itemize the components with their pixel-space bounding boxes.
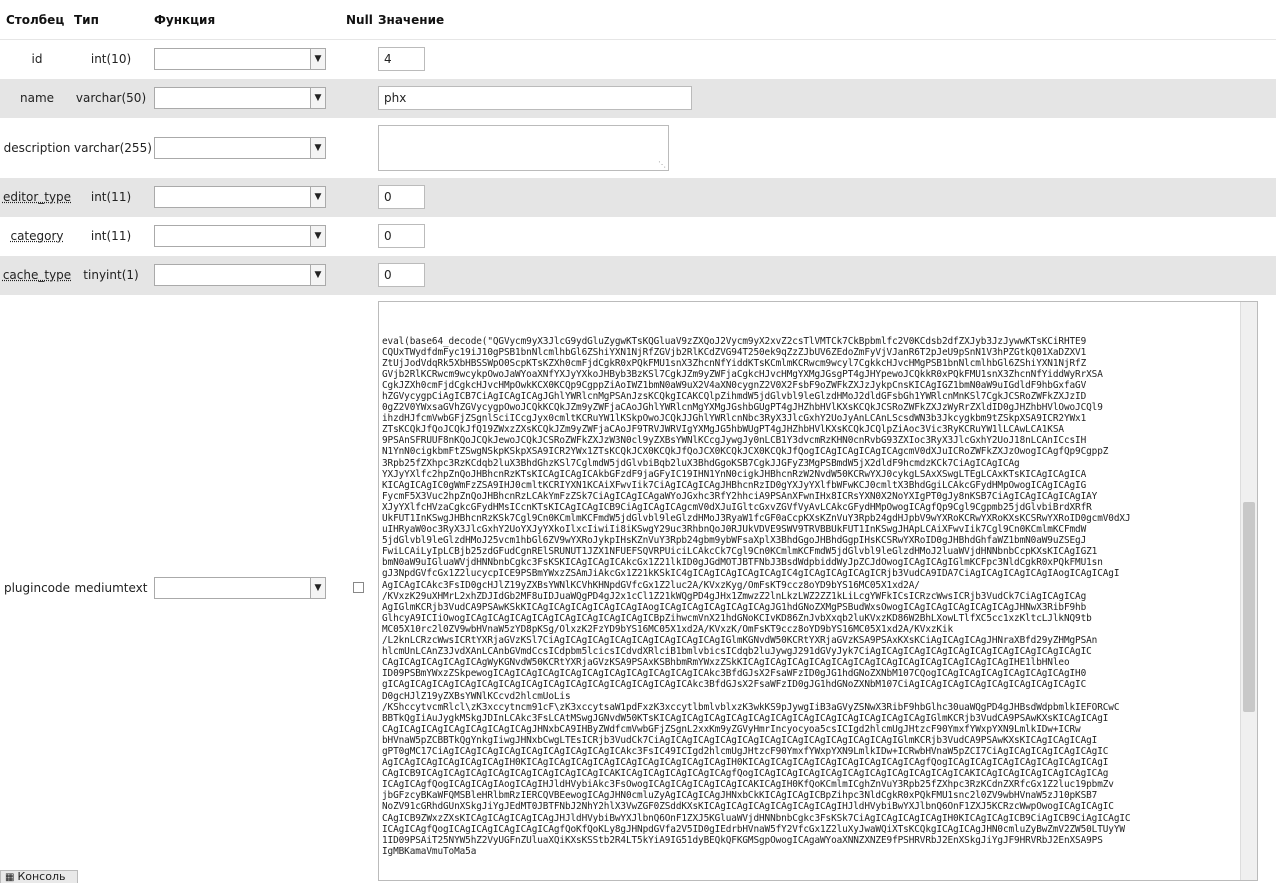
header-function[interactable]: Функция: [148, 0, 346, 40]
null-cell: [346, 78, 378, 118]
column-type: tinyint(1): [74, 255, 148, 295]
column-name: editor_type: [0, 177, 74, 217]
table-row-editor-type: editor_type int(11) ▼ 0: [0, 177, 1276, 217]
function-select[interactable]: ▼: [154, 576, 326, 599]
chevron-down-icon: ▼: [310, 137, 325, 158]
column-type: mediumtext: [74, 294, 148, 881]
null-cell: [346, 117, 378, 178]
value-input-category[interactable]: 0: [378, 224, 425, 248]
console-tab[interactable]: ▦ Консоль: [0, 870, 78, 883]
null-cell: [346, 39, 378, 79]
header-type[interactable]: Тип: [74, 0, 148, 40]
vertical-scrollbar[interactable]: [1240, 301, 1257, 880]
null-cell: [346, 177, 378, 217]
column-type: varchar(50): [74, 78, 148, 118]
null-cell: [346, 294, 378, 881]
console-icon: ▦: [5, 872, 15, 883]
table-row-cache-type: cache_type tinyint(1) ▼ 0: [0, 255, 1276, 295]
table-row-description: description varchar(255) ▼ ⋱: [0, 117, 1276, 178]
header-value: Значение: [378, 0, 1276, 40]
scrollbar-thumb[interactable]: [1243, 501, 1255, 712]
value-textarea-description[interactable]: ⋱: [378, 124, 669, 171]
resize-grip-icon[interactable]: ⋱: [658, 160, 666, 169]
header-null: Null: [346, 0, 378, 40]
chevron-down-icon: ▼: [310, 49, 325, 70]
table-row-plugincode: plugincode mediumtext ▼ eval(base64_deco…: [0, 294, 1276, 881]
table-row-name: name varchar(50) ▼ phx: [0, 78, 1276, 118]
column-type: int(10): [74, 39, 148, 79]
chevron-down-icon: ▼: [310, 187, 325, 207]
column-name: name: [0, 78, 74, 118]
chevron-down-icon: ▼: [310, 265, 325, 285]
column-name: plugincode: [0, 294, 74, 881]
column-name: id: [0, 39, 74, 79]
null-cell: [346, 255, 378, 295]
function-select[interactable]: ▼: [154, 48, 326, 71]
header-row: Столбец Тип Функция Null Значение: [0, 0, 1276, 40]
value-input-editor-type[interactable]: 0: [378, 185, 425, 209]
function-select[interactable]: ▼: [154, 225, 326, 247]
function-select[interactable]: ▼: [154, 136, 326, 159]
function-select[interactable]: ▼: [154, 264, 326, 286]
null-cell: [346, 216, 378, 256]
value-input-id[interactable]: 4: [378, 47, 425, 72]
value-input-name[interactable]: phx: [378, 86, 692, 110]
column-name: description: [0, 117, 74, 178]
null-checkbox[interactable]: [353, 582, 364, 593]
column-type: varchar(255): [74, 117, 152, 178]
chevron-down-icon: ▼: [310, 226, 325, 246]
plugincode-text: eval(base64_decode("QGVycm9yX3JlcG9ydGlu…: [382, 335, 1131, 857]
function-select[interactable]: ▼: [154, 87, 326, 109]
function-select[interactable]: ▼: [154, 186, 326, 208]
column-name: cache_type: [0, 255, 74, 295]
column-name: category: [0, 216, 74, 256]
header-column: Столбец: [0, 0, 74, 40]
chevron-down-icon: ▼: [310, 577, 325, 598]
value-input-cache-type[interactable]: 0: [378, 263, 425, 287]
value-textarea-plugincode[interactable]: eval(base64_decode("QGVycm9yX3JlcG9ydGlu…: [378, 300, 1258, 881]
column-type: int(11): [74, 177, 148, 217]
table-row-category: category int(11) ▼ 0: [0, 216, 1276, 256]
column-type: int(11): [74, 216, 148, 256]
table-row-id: id int(10) ▼ 4: [0, 39, 1276, 79]
chevron-down-icon: ▼: [310, 88, 325, 108]
